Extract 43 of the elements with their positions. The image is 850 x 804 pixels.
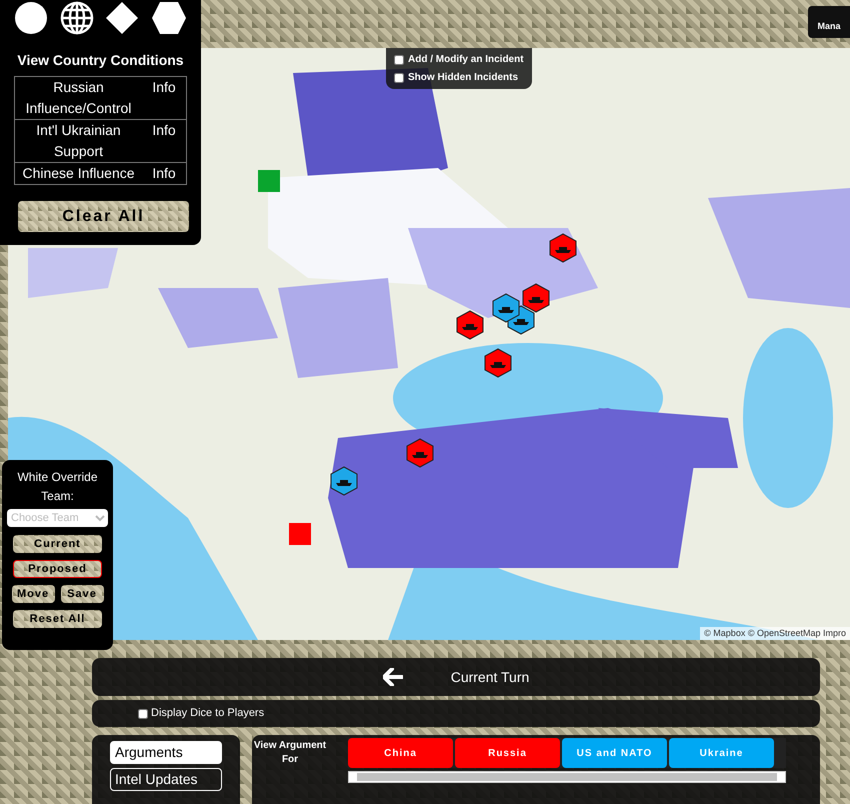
back-arrow-icon[interactable] <box>382 668 403 686</box>
top-right-button[interactable]: Mana <box>808 6 850 38</box>
override-button[interactable]: Reset All <box>13 610 102 628</box>
horizontal-scrollbar[interactable] <box>348 771 786 783</box>
team-button[interactable]: China <box>348 738 453 768</box>
diamond-icon[interactable] <box>105 1 140 35</box>
unit-marker-icon[interactable] <box>455 310 485 340</box>
override-button[interactable]: Move <box>12 585 54 603</box>
condition-label: Chinese Influence <box>21 164 136 183</box>
unit-marker-icon[interactable] <box>491 293 521 323</box>
incident-checkbox[interactable] <box>394 72 404 82</box>
side-tab[interactable]: Intel Updates <box>110 768 222 791</box>
condition-label: Int'l Ukrainian Support <box>35 121 122 161</box>
circle-icon[interactable] <box>14 1 48 35</box>
incident-option-label: Show Hidden Incidents <box>408 71 518 85</box>
override-button[interactable]: Current <box>13 535 102 553</box>
unit-marker-icon[interactable] <box>521 283 551 313</box>
unit-marker-icon[interactable] <box>483 348 513 378</box>
unit-marker-icon[interactable] <box>548 233 578 263</box>
map-marker-icon[interactable] <box>258 170 280 192</box>
condition-label: Russian Influence/Control <box>24 78 132 118</box>
globe-icon[interactable] <box>60 1 94 35</box>
panel-title: View Country Conditions <box>16 51 185 70</box>
override-button[interactable]: Proposed <box>13 560 102 578</box>
panel-title: White Override Team: <box>16 469 99 505</box>
incident-option-label: Add / Modify an Incident <box>408 53 524 67</box>
info-link[interactable]: Info <box>142 120 186 141</box>
hexagon-icon[interactable] <box>151 1 188 35</box>
map-marker-icon[interactable] <box>289 523 311 545</box>
incident-checkbox[interactable] <box>394 54 404 64</box>
unit-marker-icon[interactable] <box>405 438 435 468</box>
unit-marker-icon[interactable] <box>329 466 359 496</box>
dice-checkbox[interactable] <box>138 708 148 718</box>
map-attribution: © Mapbox © OpenStreetMap Impro <box>700 626 850 640</box>
turn-label: Current Turn <box>450 668 530 686</box>
info-link[interactable]: Info <box>142 163 186 184</box>
team-button[interactable]: Russia <box>455 738 560 768</box>
dice-option-label: Display Dice to Players <box>151 706 264 722</box>
side-tab[interactable]: Arguments <box>110 741 222 764</box>
override-button[interactable]: Save <box>60 585 104 603</box>
clear-all-button[interactable]: Clear All <box>18 201 189 232</box>
arguments-title: View Argument For <box>252 739 328 767</box>
info-link[interactable]: Info <box>142 77 186 98</box>
